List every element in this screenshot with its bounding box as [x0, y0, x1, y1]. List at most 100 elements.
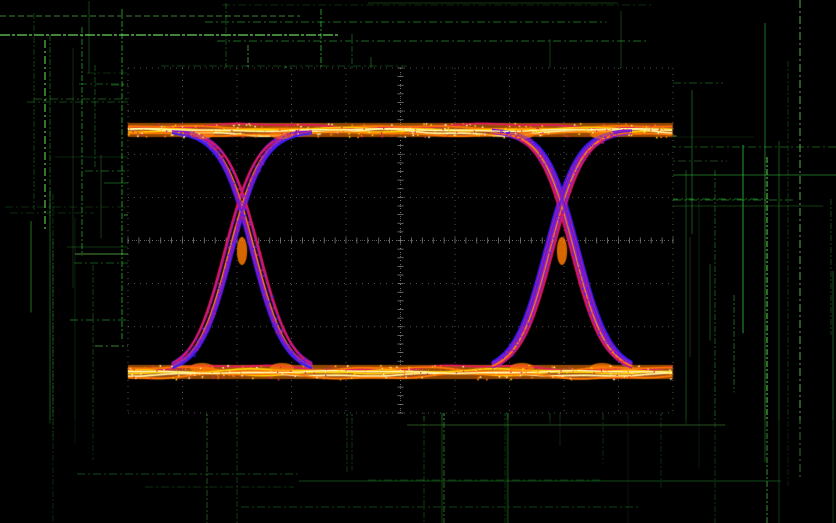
trace-sample: [557, 218, 559, 221]
trace-sample: [182, 369, 185, 371]
trace-sample: [294, 348, 296, 350]
trace-sample: [351, 377, 353, 379]
trace-sample: [433, 373, 436, 375]
trace-sample: [288, 351, 290, 353]
trace-sample: [579, 130, 581, 132]
trace-sample: [277, 378, 280, 381]
trace-sample: [537, 297, 539, 300]
trace-sample: [428, 136, 430, 138]
trace-sample: [548, 372, 550, 374]
trace-sample: [246, 227, 248, 230]
trace-sample: [478, 377, 480, 379]
trace-sample: [617, 357, 619, 360]
trace-sample: [588, 146, 590, 149]
trace-sample: [510, 136, 513, 139]
trace-sample: [595, 319, 598, 321]
trace-sample: [501, 130, 504, 132]
trace-sample: [303, 360, 306, 362]
trace-sample: [263, 275, 265, 277]
trace-sample: [290, 353, 292, 356]
trace-sample: [231, 130, 233, 132]
trace-sample: [169, 124, 171, 127]
trace-sample: [254, 173, 257, 175]
trace-sample: [505, 130, 507, 132]
trace-sample: [549, 370, 551, 372]
trace-sample: [583, 374, 585, 376]
trace-sample: [574, 172, 576, 174]
trace-sample: [258, 170, 261, 172]
trace-sample: [340, 369, 343, 372]
trace-sample: [428, 366, 431, 368]
trace-sample: [325, 368, 328, 371]
trace-sample: [256, 254, 258, 256]
trace-sample: [403, 374, 406, 376]
trace-sample: [327, 368, 329, 370]
trace-sample: [247, 177, 249, 179]
trace-sample: [273, 307, 275, 309]
trace-sample: [462, 370, 465, 372]
trace-sample: [601, 324, 603, 326]
trace-sample: [267, 147, 269, 149]
trace-sample: [231, 242, 234, 244]
trace-sample: [292, 351, 294, 354]
trace-sample: [211, 308, 213, 310]
trace-sample: [223, 369, 225, 371]
trace-sample: [611, 134, 613, 136]
trace-sample: [300, 126, 302, 128]
trace-sample: [471, 132, 473, 134]
trace-sample: [275, 322, 278, 324]
trace-sample: [578, 160, 580, 162]
trace-sample: [526, 138, 528, 140]
trace-sample: [381, 136, 384, 138]
trace-sample: [221, 151, 223, 154]
trace-sample: [233, 124, 235, 127]
trace-sample: [228, 374, 230, 376]
trace-sample: [562, 212, 564, 214]
trace-sample: [552, 237, 555, 240]
trace-sample: [520, 340, 522, 343]
trace-sample: [219, 150, 221, 152]
trace-sample: [511, 349, 513, 352]
trace-sample: [594, 141, 596, 143]
trace-sample: [593, 372, 595, 374]
trace-sample: [218, 157, 221, 159]
trace-sample: [563, 130, 565, 132]
trace-sample: [263, 371, 265, 373]
trace-sample: [201, 368, 203, 370]
trace-sample: [402, 128, 405, 130]
trace-sample: [387, 367, 389, 369]
trace-sample: [265, 150, 267, 152]
trace-sample: [586, 288, 588, 290]
trace-sample: [263, 153, 265, 155]
transition-knee: [510, 363, 534, 373]
trace-sample: [510, 132, 512, 135]
trace-sample: [226, 261, 228, 264]
trace-sample: [277, 142, 279, 144]
trace-sample: [324, 371, 326, 373]
trace-sample: [323, 377, 325, 380]
trace-sample: [249, 124, 252, 127]
trace-sample: [252, 248, 254, 250]
trace-sample: [605, 135, 608, 138]
trace-sample: [545, 258, 547, 260]
trace-sample: [586, 128, 588, 130]
trace-sample: [189, 373, 191, 375]
trace-sample: [233, 375, 235, 377]
trace-sample: [517, 340, 520, 342]
trace-sample: [249, 182, 251, 184]
trace-sample: [158, 123, 160, 126]
trace-sample: [412, 132, 414, 134]
trace-sample: [187, 372, 189, 375]
trace-sample: [331, 366, 334, 368]
trace-sample: [135, 377, 137, 379]
trace-sample: [521, 136, 523, 138]
trace-sample: [527, 139, 529, 142]
trace-sample: [506, 133, 508, 135]
trace-sample: [202, 136, 204, 139]
trace-sample: [142, 134, 144, 136]
trace-sample: [613, 136, 616, 138]
trace-sample: [592, 132, 594, 134]
trace-sample: [304, 372, 307, 374]
trace-sample: [404, 136, 406, 138]
trace-sample: [566, 200, 568, 203]
